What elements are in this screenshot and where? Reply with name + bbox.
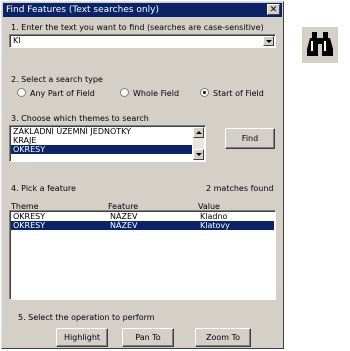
search-text-combo[interactable]: Kl [9, 34, 276, 48]
themes-scrollbar[interactable] [193, 127, 204, 160]
result-feature: NÁZEV [110, 221, 138, 230]
theme-item[interactable]: KRAJE [11, 136, 36, 145]
find-tool-button[interactable] [302, 27, 338, 63]
pan-to-button[interactable]: Pan To [122, 328, 174, 347]
step4-label: 4. Pick a feature [11, 184, 76, 193]
step1-label: 1. Enter the text you want to find (sear… [11, 23, 264, 32]
result-theme: OKRESY [13, 221, 46, 230]
result-row[interactable]: OKRESY NÁZEV Kladno [11, 212, 274, 221]
theme-item[interactable]: ZÁKLADNÍ ÚZEMNÍ JEDNOTKY [11, 127, 131, 136]
radio-any-part-label: Any Part of Field [30, 89, 95, 98]
zoom-to-button[interactable]: Zoom To [195, 328, 251, 347]
radio-circle [200, 88, 209, 97]
find-button[interactable]: Find [225, 128, 275, 149]
result-value: Klatovy [200, 221, 230, 230]
step5-label: 5. Select the operation to perform [18, 313, 155, 322]
theme-item-selected[interactable]: OKRESY [11, 145, 192, 154]
radio-start-of-field[interactable]: Start of Field [200, 88, 264, 98]
title-bar[interactable]: Find Features (Text searches only) ✕ [3, 3, 282, 17]
result-row-selected[interactable]: OKRESY NÁZEV Klatovy [11, 221, 274, 230]
radio-circle [120, 88, 129, 97]
binoculars-icon [307, 32, 333, 56]
themes-listbox[interactable]: ZÁKLADNÍ ÚZEMNÍ JEDNOTKY KRAJE OKRESY [9, 125, 206, 162]
result-theme: OKRESY [13, 212, 46, 221]
match-count: 2 matches found [206, 184, 274, 193]
find-features-dialog: Find Features (Text searches only) ✕ 1. … [1, 1, 284, 349]
scroll-up-button[interactable] [193, 127, 204, 138]
radio-whole-field-label: Whole Field [133, 89, 180, 98]
result-feature: NÁZEV [110, 212, 138, 221]
close-button[interactable]: ✕ [267, 4, 280, 15]
radio-whole-field[interactable]: Whole Field [120, 88, 179, 98]
scroll-down-button[interactable] [193, 149, 204, 160]
radio-circle [17, 88, 26, 97]
search-text-dropdown-button[interactable] [263, 36, 274, 46]
step2-label: 2. Select a search type [11, 75, 103, 84]
result-value: Kladno [200, 212, 228, 221]
step3-label: 3. Choose which themes to search [11, 114, 149, 123]
radio-any-part-of-field[interactable]: Any Part of Field [17, 88, 95, 98]
search-text-value: Kl [13, 36, 21, 45]
highlight-button[interactable]: Highlight [56, 328, 108, 347]
window-title: Find Features (Text searches only) [6, 5, 159, 15]
results-listbox[interactable]: OKRESY NÁZEV Kladno OKRESY NÁZEV Klatovy [9, 210, 276, 300]
radio-start-of-field-label: Start of Field [213, 89, 264, 98]
